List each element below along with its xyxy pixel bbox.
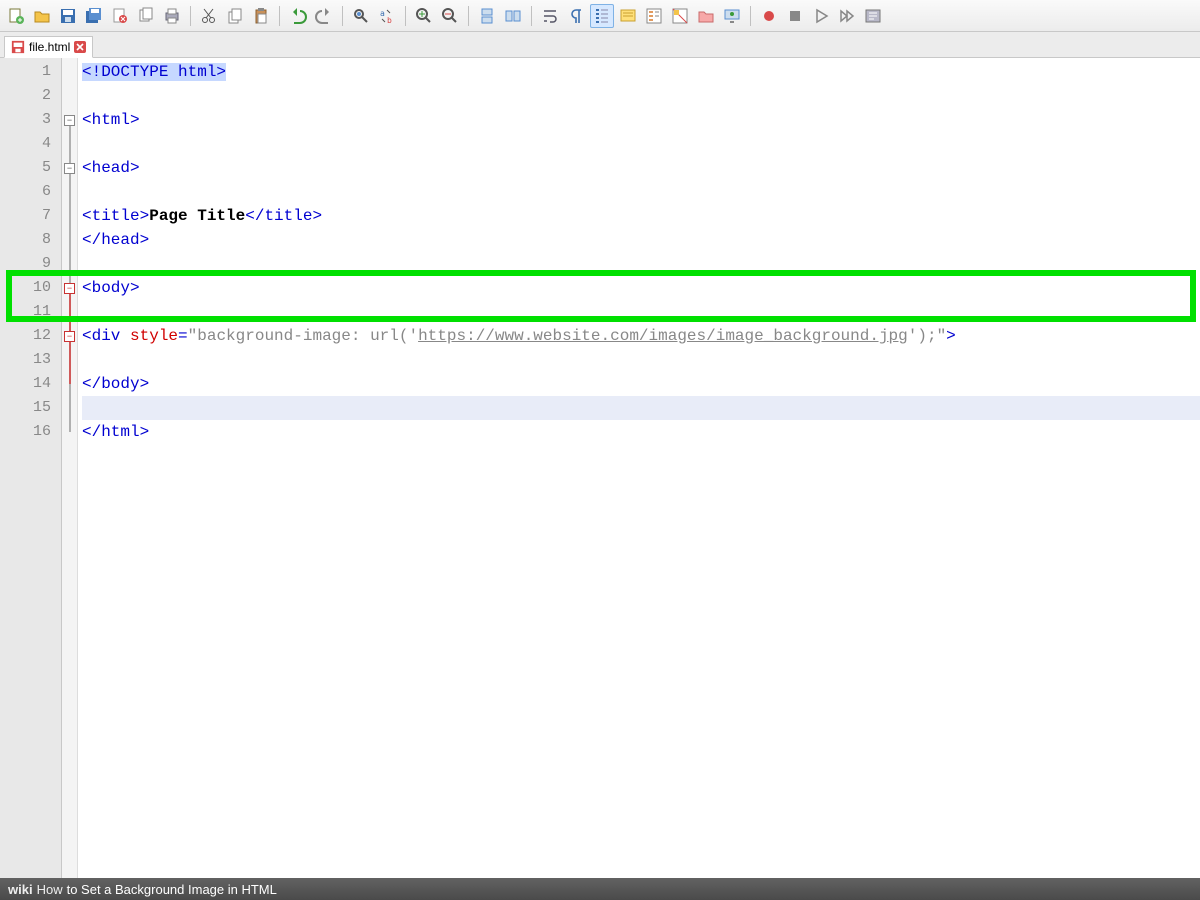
toolbar-separator bbox=[342, 6, 343, 26]
save-icon bbox=[11, 40, 25, 54]
brand-wiki: wiki bbox=[8, 882, 33, 897]
line-number: 15 bbox=[0, 396, 61, 420]
code-line[interactable]: <div style="background-image: url('https… bbox=[82, 324, 1200, 348]
fold-toggle[interactable]: − bbox=[64, 115, 75, 126]
zoom-in-icon[interactable] bbox=[412, 4, 436, 28]
save-all-icon[interactable] bbox=[82, 4, 106, 28]
monitor-icon[interactable] bbox=[720, 4, 744, 28]
code-line[interactable] bbox=[82, 300, 1200, 324]
copy-icon[interactable] bbox=[223, 4, 247, 28]
line-number: 14 bbox=[0, 372, 61, 396]
record-macro-icon[interactable] bbox=[757, 4, 781, 28]
fold-cell bbox=[62, 84, 77, 108]
undo-icon[interactable] bbox=[286, 4, 310, 28]
line-number: 1 bbox=[0, 60, 61, 84]
line-number: 3 bbox=[0, 108, 61, 132]
new-file-icon[interactable] bbox=[4, 4, 28, 28]
play-multiple-icon[interactable] bbox=[835, 4, 859, 28]
code-line[interactable] bbox=[82, 84, 1200, 108]
print-icon[interactable] bbox=[160, 4, 184, 28]
code-line[interactable] bbox=[82, 132, 1200, 156]
svg-text:a: a bbox=[380, 9, 385, 18]
code-line[interactable]: </html> bbox=[82, 420, 1200, 444]
line-number: 11 bbox=[0, 300, 61, 324]
find-replace-icon[interactable]: ab bbox=[375, 4, 399, 28]
fold-column: − − − − bbox=[62, 58, 78, 878]
doc-map-icon[interactable] bbox=[668, 4, 692, 28]
file-tab-label: file.html bbox=[29, 40, 70, 54]
stop-macro-icon[interactable] bbox=[783, 4, 807, 28]
code-editor[interactable]: 12345678910111213141516 −−−− <!DOCTYPE h… bbox=[0, 58, 1200, 878]
function-list-icon[interactable] bbox=[642, 4, 666, 28]
save-icon[interactable] bbox=[56, 4, 80, 28]
svg-text:b: b bbox=[387, 16, 392, 25]
close-tab-icon[interactable] bbox=[74, 41, 86, 53]
close-file-icon[interactable] bbox=[108, 4, 132, 28]
folder-icon[interactable] bbox=[694, 4, 718, 28]
run-macro-icon[interactable] bbox=[861, 4, 885, 28]
brand-how: How bbox=[37, 882, 63, 897]
toolbar-separator bbox=[405, 6, 406, 26]
code-line[interactable]: <!DOCTYPE html> bbox=[82, 60, 1200, 84]
code-line[interactable] bbox=[82, 180, 1200, 204]
line-number: 16 bbox=[0, 420, 61, 444]
sync-vertical-icon[interactable] bbox=[475, 4, 499, 28]
line-number: 8 bbox=[0, 228, 61, 252]
toolbar-separator bbox=[190, 6, 191, 26]
copy-all-icon[interactable] bbox=[134, 4, 158, 28]
line-number: 13 bbox=[0, 348, 61, 372]
fold-toggle[interactable]: − bbox=[64, 163, 75, 174]
line-number: 2 bbox=[0, 84, 61, 108]
code-line[interactable]: <head> bbox=[82, 156, 1200, 180]
redo-icon[interactable] bbox=[312, 4, 336, 28]
show-symbols-icon[interactable] bbox=[564, 4, 588, 28]
toolbar-separator bbox=[750, 6, 751, 26]
line-number: 10 bbox=[0, 276, 61, 300]
line-number: 7 bbox=[0, 204, 61, 228]
code-line[interactable]: <html> bbox=[82, 108, 1200, 132]
line-number: 9 bbox=[0, 252, 61, 276]
line-number-gutter: 12345678910111213141516 bbox=[0, 58, 62, 878]
toolbar-separator bbox=[531, 6, 532, 26]
sync-horizontal-icon[interactable] bbox=[501, 4, 525, 28]
line-number: 6 bbox=[0, 180, 61, 204]
caption-title: to Set a Background Image in HTML bbox=[67, 882, 277, 897]
play-macro-icon[interactable] bbox=[809, 4, 833, 28]
open-file-icon[interactable] bbox=[30, 4, 54, 28]
zoom-out-icon[interactable] bbox=[438, 4, 462, 28]
find-icon[interactable] bbox=[349, 4, 373, 28]
line-number: 12 bbox=[0, 324, 61, 348]
caption-bar: wiki How to Set a Background Image in HTM… bbox=[0, 878, 1200, 900]
cut-icon[interactable] bbox=[197, 4, 221, 28]
code-line[interactable] bbox=[82, 348, 1200, 372]
word-wrap-icon[interactable] bbox=[538, 4, 562, 28]
tab-bar: file.html bbox=[0, 32, 1200, 58]
code-line[interactable] bbox=[82, 252, 1200, 276]
code-line[interactable]: </body> bbox=[82, 372, 1200, 396]
toolbar-separator bbox=[279, 6, 280, 26]
code-line[interactable] bbox=[82, 396, 1200, 420]
indent-guide-icon[interactable] bbox=[590, 4, 614, 28]
code-line[interactable]: <body> bbox=[82, 276, 1200, 300]
paste-icon[interactable] bbox=[249, 4, 273, 28]
file-tab[interactable]: file.html bbox=[4, 36, 93, 58]
fold-cell bbox=[62, 60, 77, 84]
main-toolbar: ab bbox=[0, 0, 1200, 32]
comment-icon[interactable] bbox=[616, 4, 640, 28]
code-area[interactable]: <!DOCTYPE html> <html> <head> <title>Page T… bbox=[78, 58, 1200, 878]
code-line[interactable]: <title>Page Title</title> bbox=[82, 204, 1200, 228]
line-number: 4 bbox=[0, 132, 61, 156]
code-line[interactable]: </head> bbox=[82, 228, 1200, 252]
fold-toggle[interactable]: − bbox=[64, 331, 75, 342]
line-number: 5 bbox=[0, 156, 61, 180]
toolbar-separator bbox=[468, 6, 469, 26]
fold-toggle[interactable]: − bbox=[64, 283, 75, 294]
